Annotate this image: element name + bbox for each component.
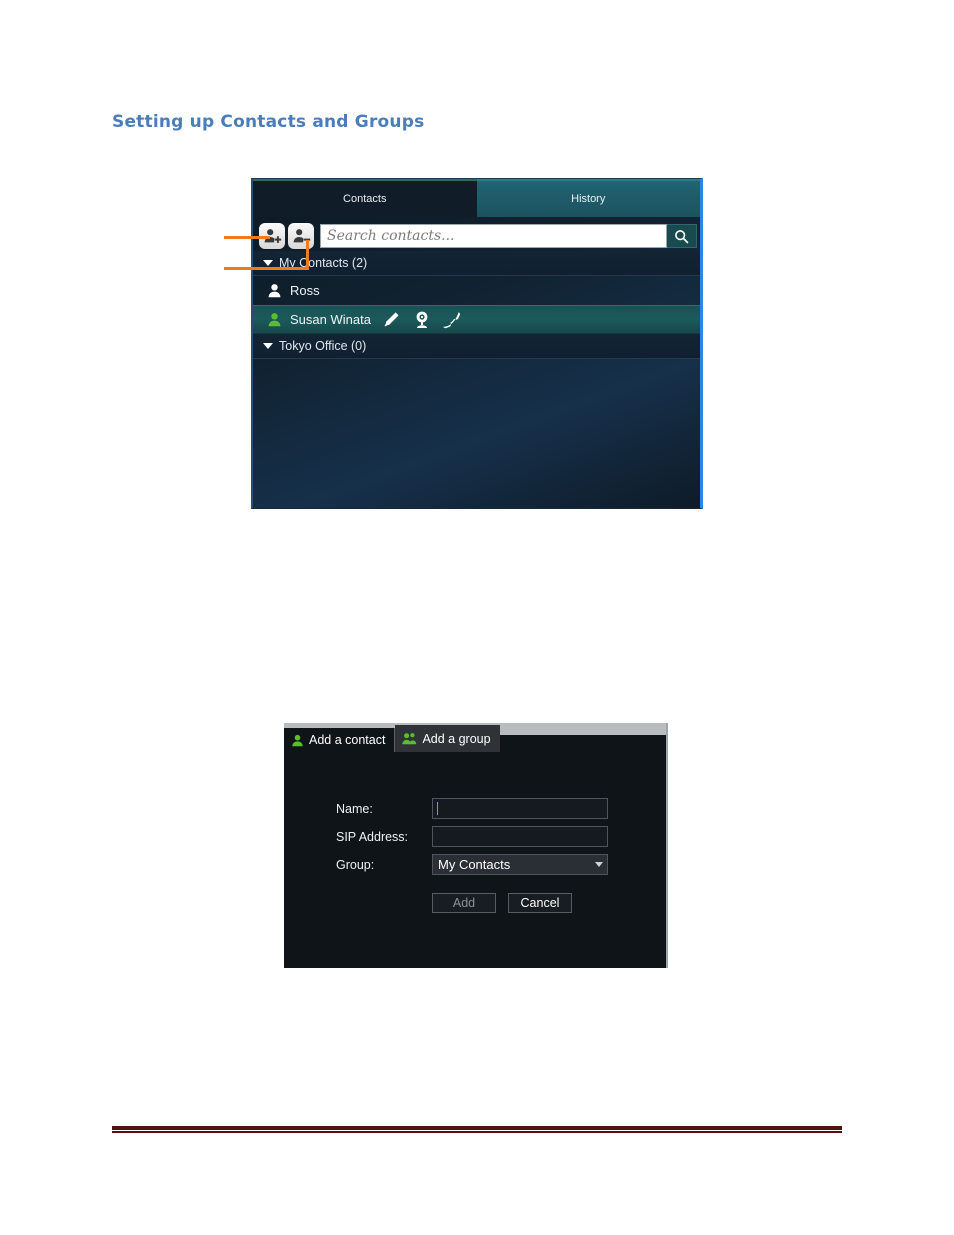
add-contact-dialog: Add a contact Add a group Name: SIP Addr… (284, 723, 668, 968)
panel-tab-strip: Contacts History (253, 179, 700, 217)
person-icon (268, 284, 281, 298)
tab-history-label: History (571, 193, 606, 205)
chevron-down-icon (263, 260, 273, 266)
webcam-icon[interactable] (412, 310, 432, 330)
form-row-name: Name: (336, 798, 608, 819)
add-button-label: Add (452, 896, 476, 910)
group-select[interactable]: My Contacts (432, 854, 608, 875)
search-input[interactable]: Search contacts... (320, 224, 667, 248)
form-row-sip-address: SIP Address: (336, 826, 608, 847)
tab-add-a-group[interactable]: Add a group (395, 725, 500, 752)
contact-row-actions (381, 310, 463, 330)
tab-add-a-contact-label: Add a contact (309, 733, 386, 747)
group-label: Tokyo Office (0) (279, 339, 367, 353)
search-button[interactable] (667, 224, 697, 248)
sip-address-field[interactable] (432, 826, 608, 847)
person-online-icon (268, 313, 281, 327)
pencil-icon[interactable] (381, 310, 401, 330)
group-select-value: My Contacts (438, 857, 511, 872)
name-field[interactable] (432, 798, 608, 819)
contact-row-susan-winata[interactable]: Susan Winata (253, 305, 700, 334)
contact-name: Susan Winata (290, 312, 371, 327)
tab-contacts-label: Contacts (343, 193, 387, 205)
tab-contacts[interactable]: Contacts (253, 179, 477, 217)
chevron-down-icon (595, 862, 603, 867)
chevron-down-icon (263, 343, 273, 349)
search-icon (675, 229, 689, 243)
person-icon (292, 734, 303, 746)
contact-name: Ross (290, 283, 320, 298)
text-cursor (437, 802, 438, 815)
contacts-panel: Contacts History Search contacts... My C… (251, 178, 703, 509)
callout-line-remove-contact-vertical (306, 240, 309, 270)
dialog-tab-strip: Add a contact Add a group (284, 723, 500, 752)
cancel-button-label: Cancel (520, 896, 560, 910)
callout-line-remove-contact-horizontal (224, 267, 309, 270)
group-icon (402, 733, 417, 745)
tab-add-a-group-label: Add a group (422, 731, 491, 746)
tab-add-a-contact[interactable]: Add a contact (284, 728, 396, 752)
dialog-body: Name: SIP Address: Group: My Contacts Ad… (284, 752, 666, 968)
contact-row-ross[interactable]: Ross (253, 276, 700, 305)
phone-icon[interactable] (443, 310, 463, 330)
callout-line-add-contact (224, 236, 270, 239)
add-button[interactable]: Add (432, 893, 496, 913)
name-label: Name: (336, 801, 373, 816)
footer-rule-bottom (112, 1131, 842, 1133)
search-placeholder: Search contacts... (327, 228, 455, 244)
sip-address-label: SIP Address: (336, 829, 409, 844)
footer-rule-top (112, 1126, 842, 1130)
footer-rule (112, 1126, 842, 1134)
group-header-tokyo-office[interactable]: Tokyo Office (0) (253, 334, 700, 359)
tab-history[interactable]: History (476, 179, 700, 217)
dialog-button-row: Add Cancel (432, 893, 572, 913)
page-title: Setting up Contacts and Groups (112, 112, 425, 132)
contacts-toolbar: Search contacts... (253, 221, 700, 251)
group-header-my-contacts[interactable]: My Contacts (2) (253, 251, 700, 276)
group-label: Group: (336, 857, 375, 872)
form-row-group: Group: My Contacts (336, 854, 608, 875)
cancel-button[interactable]: Cancel (508, 893, 572, 913)
remove-person-button[interactable] (288, 223, 314, 249)
